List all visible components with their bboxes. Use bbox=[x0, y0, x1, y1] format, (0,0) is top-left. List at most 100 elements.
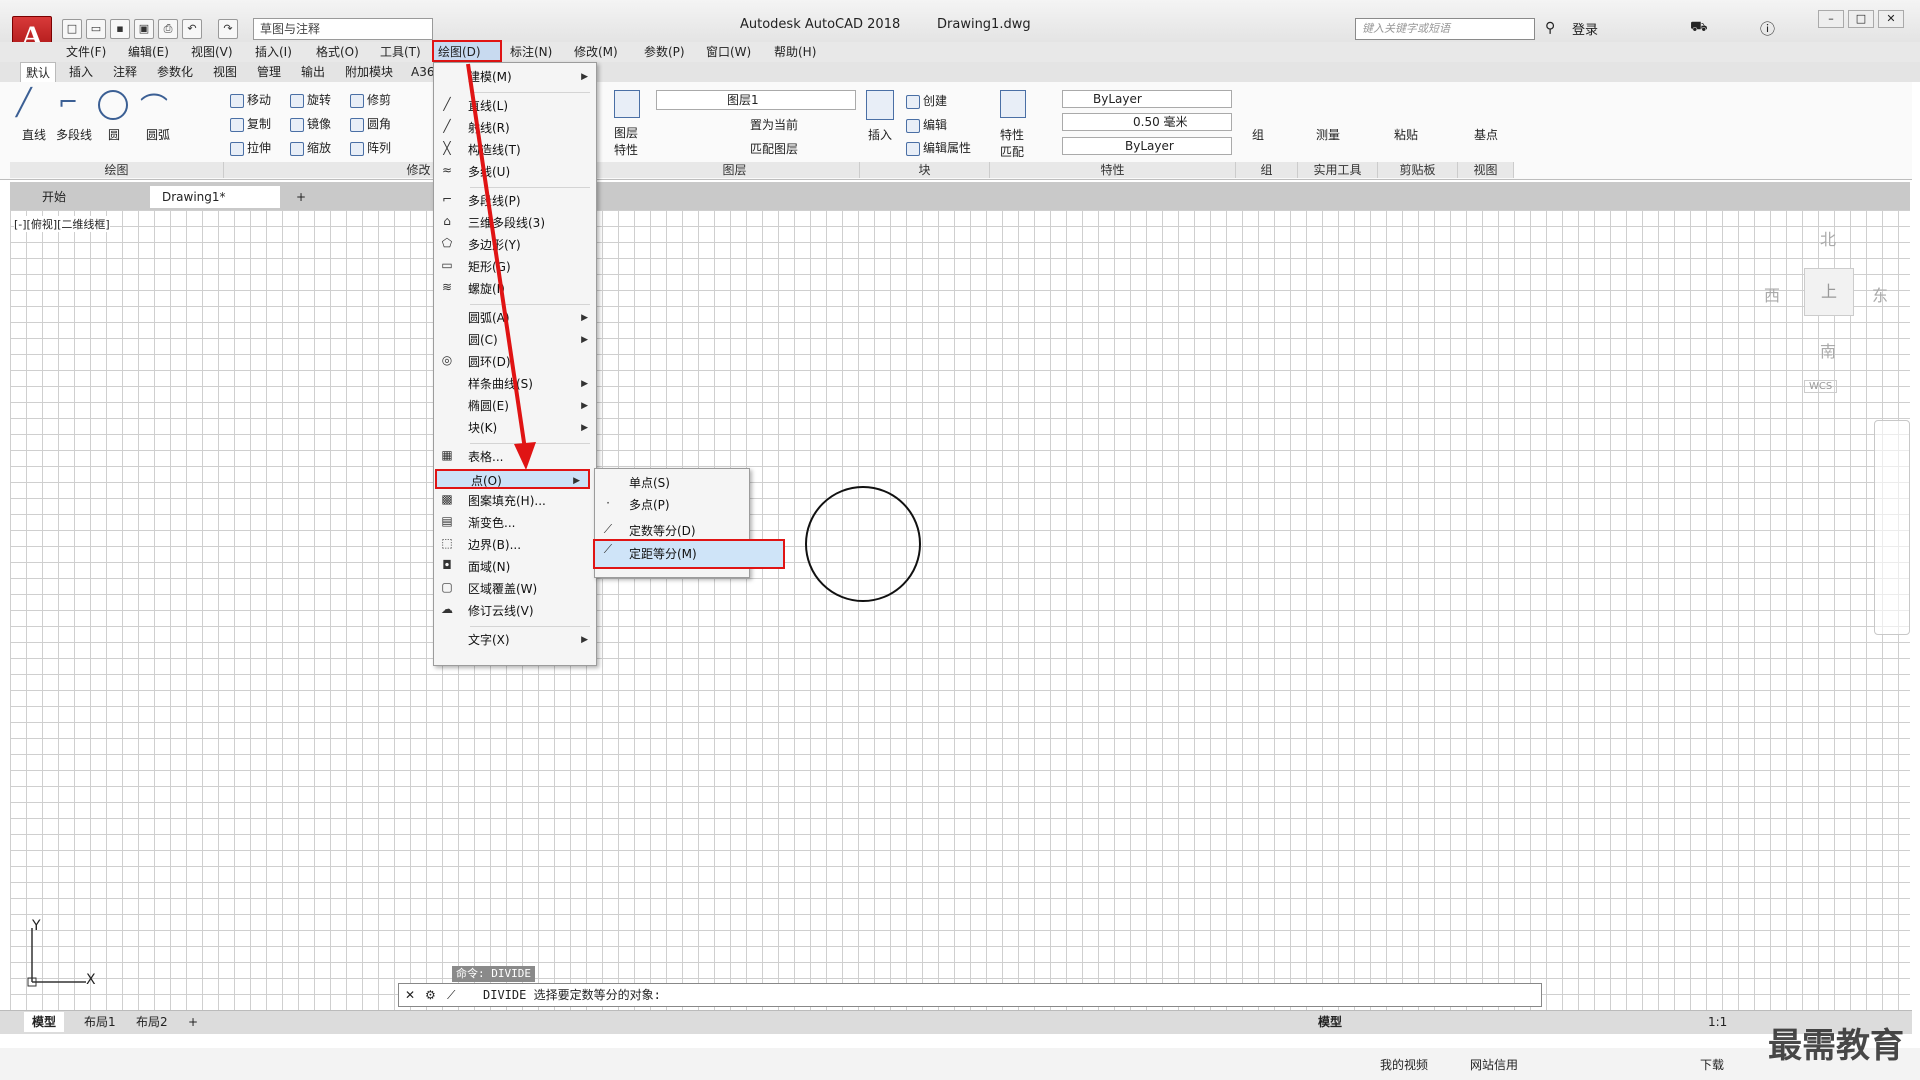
match-properties-icon[interactable] bbox=[1000, 90, 1026, 118]
group-button[interactable]: 组 bbox=[1252, 126, 1264, 143]
viewport-controls[interactable]: [-][俯视][二维线框] bbox=[14, 216, 110, 232]
compass-south[interactable]: 南 bbox=[1820, 338, 1836, 362]
panel-view[interactable]: 视图 bbox=[1458, 162, 1514, 178]
draw-menu-item[interactable]: ▩ 图案填充(H)... bbox=[434, 491, 596, 511]
polyline-tool-label[interactable]: 多段线 bbox=[56, 126, 92, 143]
save-icon[interactable]: ▪ bbox=[110, 19, 130, 39]
move-button[interactable]: 移动 bbox=[230, 91, 271, 108]
panel-block[interactable]: 块 bbox=[860, 162, 990, 178]
mirror-button[interactable]: 镜像 bbox=[290, 115, 331, 132]
paste-button[interactable]: 粘贴 bbox=[1394, 126, 1418, 143]
draw-menu-item[interactable]: ▭ 矩形(G) bbox=[434, 257, 596, 277]
help-icon[interactable]: ⓘ bbox=[1760, 18, 1775, 39]
new-file-icon[interactable]: □ bbox=[62, 19, 82, 39]
color-select[interactable]: ByLayer bbox=[1062, 90, 1232, 108]
draw-menu-item[interactable]: 圆(C) ▶ bbox=[434, 330, 596, 350]
stretch-button[interactable]: 拉伸 bbox=[230, 139, 271, 156]
minimize-button[interactable]: – bbox=[1818, 10, 1844, 28]
menu-draw[interactable]: 绘图(D) bbox=[432, 40, 502, 62]
panel-layers[interactable]: 图层 bbox=[610, 162, 860, 178]
redo-icon[interactable]: ↷ bbox=[218, 19, 238, 39]
draw-menu-item[interactable]: ▦ 表格... bbox=[434, 447, 596, 467]
scale-button[interactable]: 缩放 bbox=[290, 139, 331, 156]
trim-button[interactable]: 修剪 bbox=[350, 91, 391, 108]
annotation-scale[interactable]: 1:1 bbox=[1700, 1012, 1735, 1032]
layer-properties-label[interactable]: 图层特性 bbox=[614, 124, 644, 158]
save-as-icon[interactable]: ▣ bbox=[134, 19, 154, 39]
panel-utilities[interactable]: 实用工具 bbox=[1298, 162, 1378, 178]
workspace-select[interactable]: 草图与注释 bbox=[253, 18, 433, 40]
menu-window[interactable]: 窗口(W) bbox=[702, 42, 755, 62]
insert-block-icon[interactable] bbox=[866, 90, 894, 120]
arc-tool-icon[interactable]: ⌒ bbox=[140, 86, 174, 124]
close-command-icon[interactable]: ✕ bbox=[405, 984, 415, 1006]
menu-dimension[interactable]: 标注(N) bbox=[506, 42, 556, 62]
menu-parametric[interactable]: 参数(P) bbox=[640, 42, 689, 62]
undo-icon[interactable]: ↶ bbox=[182, 19, 202, 39]
point-submenu-item[interactable]: ⟋ 定数等分(D) bbox=[595, 521, 749, 541]
viewcube[interactable]: 北 上 西 东 南 WCS bbox=[1760, 220, 1900, 410]
match-properties-label[interactable]: 特性匹配 bbox=[1000, 126, 1028, 160]
navigation-bar[interactable] bbox=[1874, 420, 1910, 635]
taskbar-download[interactable]: 下载 bbox=[1700, 1056, 1724, 1073]
create-block-button[interactable]: 创建 bbox=[906, 92, 947, 109]
line-tool-icon[interactable]: ╱ bbox=[16, 88, 46, 122]
match-layer-button[interactable]: 匹配图层 bbox=[750, 140, 798, 157]
menu-tools[interactable]: 工具(T) bbox=[376, 42, 425, 62]
fillet-button[interactable]: 圆角 bbox=[350, 115, 391, 132]
tab-drawing1[interactable]: Drawing1* bbox=[150, 186, 280, 208]
tab-start[interactable]: 开始 bbox=[30, 186, 78, 208]
draw-menu-item[interactable]: 圆弧(A) ▶ bbox=[434, 308, 596, 328]
draw-menu-item[interactable]: ╱ 直线(L) bbox=[434, 96, 596, 116]
draw-menu-item[interactable]: ◘ 面域(N) bbox=[434, 557, 596, 577]
measure-button[interactable]: 测量 bbox=[1316, 126, 1340, 143]
draw-menu-item[interactable]: ╳ 构造线(T) bbox=[434, 140, 596, 160]
panel-properties[interactable]: 特性 bbox=[990, 162, 1236, 178]
menu-modify[interactable]: 修改(M) bbox=[570, 42, 622, 62]
edit-attributes-button[interactable]: 编辑属性 bbox=[906, 139, 971, 156]
point-submenu-item[interactable]: 单点(S) bbox=[595, 473, 749, 493]
panel-draw[interactable]: 绘图 bbox=[10, 162, 224, 178]
draw-menu-item[interactable]: ≋ 螺旋(I) bbox=[434, 279, 596, 299]
circle-object[interactable] bbox=[805, 486, 921, 602]
login-button[interactable]: 登录 bbox=[1572, 19, 1598, 38]
layout-tab-2[interactable]: 布局2 bbox=[128, 1012, 176, 1032]
drawing-canvas[interactable] bbox=[10, 210, 1910, 1010]
draw-menu-item[interactable]: ≈ 多线(U) bbox=[434, 162, 596, 182]
draw-menu-item[interactable]: 椭圆(E) ▶ bbox=[434, 396, 596, 416]
compass-west[interactable]: 西 bbox=[1764, 282, 1780, 306]
draw-menu-item[interactable]: ⬠ 多边形(Y) bbox=[434, 235, 596, 255]
open-file-icon[interactable]: ▭ bbox=[86, 19, 106, 39]
customize-icon[interactable]: ⚙ bbox=[425, 984, 436, 1006]
taskbar-video[interactable]: 我的视频 bbox=[1380, 1056, 1428, 1073]
draw-menu-item[interactable]: 块(K) ▶ bbox=[434, 418, 596, 438]
menu-edit[interactable]: 编辑(E) bbox=[124, 42, 173, 62]
basepoint-button[interactable]: 基点 bbox=[1474, 126, 1498, 143]
layout-tab-1[interactable]: 布局1 bbox=[76, 1012, 124, 1032]
tab-insert[interactable]: 插入 bbox=[64, 62, 98, 82]
edit-block-button[interactable]: 编辑 bbox=[906, 116, 947, 133]
line-tool-label[interactable]: 直线 bbox=[22, 126, 46, 143]
add-layout-button[interactable]: + bbox=[180, 1012, 206, 1032]
copy-button[interactable]: 复制 bbox=[230, 115, 271, 132]
draw-menu-item[interactable]: 文字(X) ▶ bbox=[434, 630, 596, 650]
menu-file[interactable]: 文件(F) bbox=[62, 42, 110, 62]
draw-menu-item[interactable]: 建模(M) ▶ bbox=[434, 67, 596, 87]
linetype-select[interactable]: ByLayer bbox=[1062, 137, 1232, 155]
close-button[interactable]: ✕ bbox=[1878, 10, 1904, 28]
menu-help[interactable]: 帮助(H) bbox=[770, 42, 820, 62]
menu-view[interactable]: 视图(V) bbox=[187, 42, 237, 62]
tab-output[interactable]: 输出 bbox=[296, 62, 330, 82]
taskbar-credit[interactable]: 网站信用 bbox=[1470, 1056, 1518, 1073]
tab-manage[interactable]: 管理 bbox=[252, 62, 286, 82]
tab-view[interactable]: 视图 bbox=[208, 62, 242, 82]
layer-select[interactable]: 图层1 bbox=[656, 90, 856, 110]
menu-format[interactable]: 格式(O) bbox=[312, 42, 363, 62]
draw-menu-item[interactable]: ◎ 圆环(D) bbox=[434, 352, 596, 372]
panel-clipboard[interactable]: 剪贴板 bbox=[1378, 162, 1458, 178]
viewcube-top[interactable]: 上 bbox=[1804, 268, 1854, 316]
draw-menu-item[interactable]: ⬚ 边界(B)... bbox=[434, 535, 596, 555]
arc-tool-label[interactable]: 圆弧 bbox=[146, 126, 170, 143]
draw-menu-item[interactable]: ⌂ 三维多段线(3) bbox=[434, 213, 596, 233]
draw-menu-item[interactable]: ▢ 区域覆盖(W) bbox=[434, 579, 596, 599]
